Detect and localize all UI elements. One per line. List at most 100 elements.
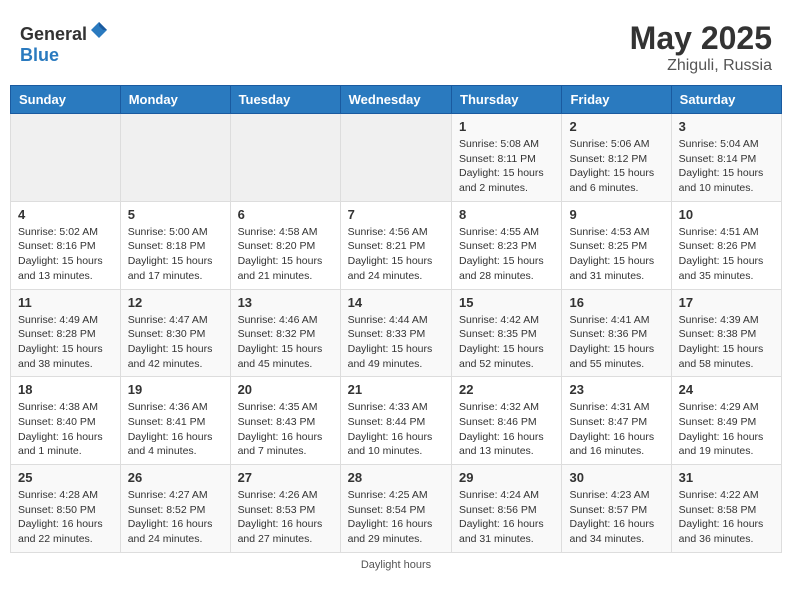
day-number: 18 [18, 382, 113, 397]
day-info: Sunrise: 4:38 AM Sunset: 8:40 PM Dayligh… [18, 400, 113, 459]
day-info: Sunrise: 5:08 AM Sunset: 8:11 PM Dayligh… [459, 137, 554, 196]
col-header-wednesday: Wednesday [340, 86, 451, 114]
day-cell: 19 Sunrise: 4:36 AM Sunset: 8:41 PM Dayli… [120, 377, 230, 465]
day-number: 23 [569, 382, 663, 397]
day-info: Sunrise: 4:49 AM Sunset: 8:28 PM Dayligh… [18, 313, 113, 372]
day-cell: 11Sunrise: 4:49 AM Sunset: 8:28 PM Dayli… [11, 289, 121, 377]
day-info: Sunrise: 4:55 AM Sunset: 8:23 PM Dayligh… [459, 225, 554, 284]
day-number: 2 [569, 119, 663, 134]
day-cell: 22 Sunrise: 4:32 AM Sunset: 8:46 PM Dayli… [452, 377, 562, 465]
day-number: 12 [128, 295, 223, 310]
day-info: Sunrise: 5:04 AM Sunset: 8:14 PM Dayligh… [679, 137, 774, 196]
day-info: Sunrise: 4:24 AM Sunset: 8:56 PM Dayligh… [459, 488, 554, 547]
day-cell: 17 Sunrise: 4:39 AM Sunset: 8:38 PM Dayli… [671, 289, 781, 377]
logo-general: General [20, 24, 87, 44]
day-number: 13 [238, 295, 333, 310]
day-info: Sunrise: 4:32 AM Sunset: 8:46 PM Dayligh… [459, 400, 554, 459]
day-cell [11, 114, 121, 202]
day-cell [340, 114, 451, 202]
day-cell: 1 Sunrise: 5:08 AM Sunset: 8:11 PM Daylig… [452, 114, 562, 202]
day-cell: 24 Sunrise: 4:29 AM Sunset: 8:49 PM Dayli… [671, 377, 781, 465]
day-info: Sunrise: 4:42 AM Sunset: 8:35 PM Dayligh… [459, 313, 554, 372]
day-info: Sunrise: 4:39 AM Sunset: 8:38 PM Dayligh… [679, 313, 774, 372]
day-cell [230, 114, 340, 202]
day-info: Sunrise: 4:22 AM Sunset: 8:58 PM Dayligh… [679, 488, 774, 547]
day-number: 19 [128, 382, 223, 397]
day-cell: 28 Sunrise: 4:25 AM Sunset: 8:54 PM Dayli… [340, 465, 451, 553]
day-number: 29 [459, 470, 554, 485]
page-header: General Blue May 2025 Zhiguli, Russia [10, 10, 782, 80]
calendar-header: SundayMondayTuesdayWednesdayThursdayFrid… [11, 86, 782, 114]
week-row-4: 18 Sunrise: 4:38 AM Sunset: 8:40 PM Dayli… [11, 377, 782, 465]
day-cell: 7 Sunrise: 4:56 AM Sunset: 8:21 PM Daylig… [340, 201, 451, 289]
day-info: Sunrise: 4:46 AM Sunset: 8:32 PM Dayligh… [238, 313, 333, 372]
day-number: 21 [348, 382, 444, 397]
day-info: Sunrise: 4:47 AM Sunset: 8:30 PM Dayligh… [128, 313, 223, 372]
calendar-body: 1 Sunrise: 5:08 AM Sunset: 8:11 PM Daylig… [11, 114, 782, 553]
day-info: Sunrise: 5:06 AM Sunset: 8:12 PM Dayligh… [569, 137, 663, 196]
calendar-table: SundayMondayTuesdayWednesdayThursdayFrid… [10, 85, 782, 553]
day-info: Sunrise: 4:31 AM Sunset: 8:47 PM Dayligh… [569, 400, 663, 459]
day-info: Sunrise: 4:35 AM Sunset: 8:43 PM Dayligh… [238, 400, 333, 459]
day-number: 8 [459, 207, 554, 222]
day-cell: 29 Sunrise: 4:24 AM Sunset: 8:56 PM Dayli… [452, 465, 562, 553]
day-number: 4 [18, 207, 113, 222]
col-header-sunday: Sunday [11, 86, 121, 114]
day-info: Sunrise: 5:02 AM Sunset: 8:16 PM Dayligh… [18, 225, 113, 284]
day-cell: 18 Sunrise: 4:38 AM Sunset: 8:40 PM Dayli… [11, 377, 121, 465]
day-cell: 6Sunrise: 4:58 AM Sunset: 8:20 PM Daylig… [230, 201, 340, 289]
day-cell: 12 Sunrise: 4:47 AM Sunset: 8:30 PM Dayli… [120, 289, 230, 377]
week-row-3: 11Sunrise: 4:49 AM Sunset: 8:28 PM Dayli… [11, 289, 782, 377]
day-info: Sunrise: 4:36 AM Sunset: 8:41 PM Dayligh… [128, 400, 223, 459]
day-cell [120, 114, 230, 202]
day-info: Sunrise: 4:51 AM Sunset: 8:26 PM Dayligh… [679, 225, 774, 284]
col-header-friday: Friday [562, 86, 671, 114]
day-cell: 13 Sunrise: 4:46 AM Sunset: 8:32 PM Dayli… [230, 289, 340, 377]
day-number: 15 [459, 295, 554, 310]
day-number: 7 [348, 207, 444, 222]
day-cell: 21Sunrise: 4:33 AM Sunset: 8:44 PM Dayli… [340, 377, 451, 465]
day-cell: 5 Sunrise: 5:00 AM Sunset: 8:18 PM Daylig… [120, 201, 230, 289]
day-cell: 15 Sunrise: 4:42 AM Sunset: 8:35 PM Dayli… [452, 289, 562, 377]
day-cell: 30Sunrise: 4:23 AM Sunset: 8:57 PM Dayli… [562, 465, 671, 553]
day-info: Sunrise: 4:25 AM Sunset: 8:54 PM Dayligh… [348, 488, 444, 547]
col-header-thursday: Thursday [452, 86, 562, 114]
header-row: SundayMondayTuesdayWednesdayThursdayFrid… [11, 86, 782, 114]
day-number: 25 [18, 470, 113, 485]
day-cell: 23 Sunrise: 4:31 AM Sunset: 8:47 PM Dayli… [562, 377, 671, 465]
day-number: 28 [348, 470, 444, 485]
month-year: May 2025 [630, 20, 772, 57]
day-info: Sunrise: 4:44 AM Sunset: 8:33 PM Dayligh… [348, 313, 444, 372]
day-number: 16 [569, 295, 663, 310]
day-cell: 20Sunrise: 4:35 AM Sunset: 8:43 PM Dayli… [230, 377, 340, 465]
day-info: Sunrise: 4:29 AM Sunset: 8:49 PM Dayligh… [679, 400, 774, 459]
week-row-2: 4 Sunrise: 5:02 AM Sunset: 8:16 PM Daylig… [11, 201, 782, 289]
day-info: Sunrise: 4:23 AM Sunset: 8:57 PM Dayligh… [569, 488, 663, 547]
day-number: 10 [679, 207, 774, 222]
day-cell: 10 Sunrise: 4:51 AM Sunset: 8:26 PM Dayli… [671, 201, 781, 289]
day-cell: 2 Sunrise: 5:06 AM Sunset: 8:12 PM Daylig… [562, 114, 671, 202]
day-number: 22 [459, 382, 554, 397]
day-number: 1 [459, 119, 554, 134]
day-number: 17 [679, 295, 774, 310]
day-number: 26 [128, 470, 223, 485]
logo-icon [89, 20, 109, 40]
day-info: Sunrise: 4:41 AM Sunset: 8:36 PM Dayligh… [569, 313, 663, 372]
col-header-monday: Monday [120, 86, 230, 114]
day-number: 9 [569, 207, 663, 222]
day-number: 31 [679, 470, 774, 485]
week-row-1: 1 Sunrise: 5:08 AM Sunset: 8:11 PM Daylig… [11, 114, 782, 202]
day-info: Sunrise: 5:00 AM Sunset: 8:18 PM Dayligh… [128, 225, 223, 284]
day-info: Sunrise: 4:27 AM Sunset: 8:52 PM Dayligh… [128, 488, 223, 547]
day-number: 5 [128, 207, 223, 222]
day-cell: 14Sunrise: 4:44 AM Sunset: 8:33 PM Dayli… [340, 289, 451, 377]
day-info: Sunrise: 4:56 AM Sunset: 8:21 PM Dayligh… [348, 225, 444, 284]
day-cell: 27Sunrise: 4:26 AM Sunset: 8:53 PM Dayli… [230, 465, 340, 553]
day-info: Sunrise: 4:28 AM Sunset: 8:50 PM Dayligh… [18, 488, 113, 547]
day-cell: 9 Sunrise: 4:53 AM Sunset: 8:25 PM Daylig… [562, 201, 671, 289]
day-info: Sunrise: 4:53 AM Sunset: 8:25 PM Dayligh… [569, 225, 663, 284]
day-number: 24 [679, 382, 774, 397]
day-number: 27 [238, 470, 333, 485]
col-header-tuesday: Tuesday [230, 86, 340, 114]
day-cell: 31 Sunrise: 4:22 AM Sunset: 8:58 PM Dayli… [671, 465, 781, 553]
